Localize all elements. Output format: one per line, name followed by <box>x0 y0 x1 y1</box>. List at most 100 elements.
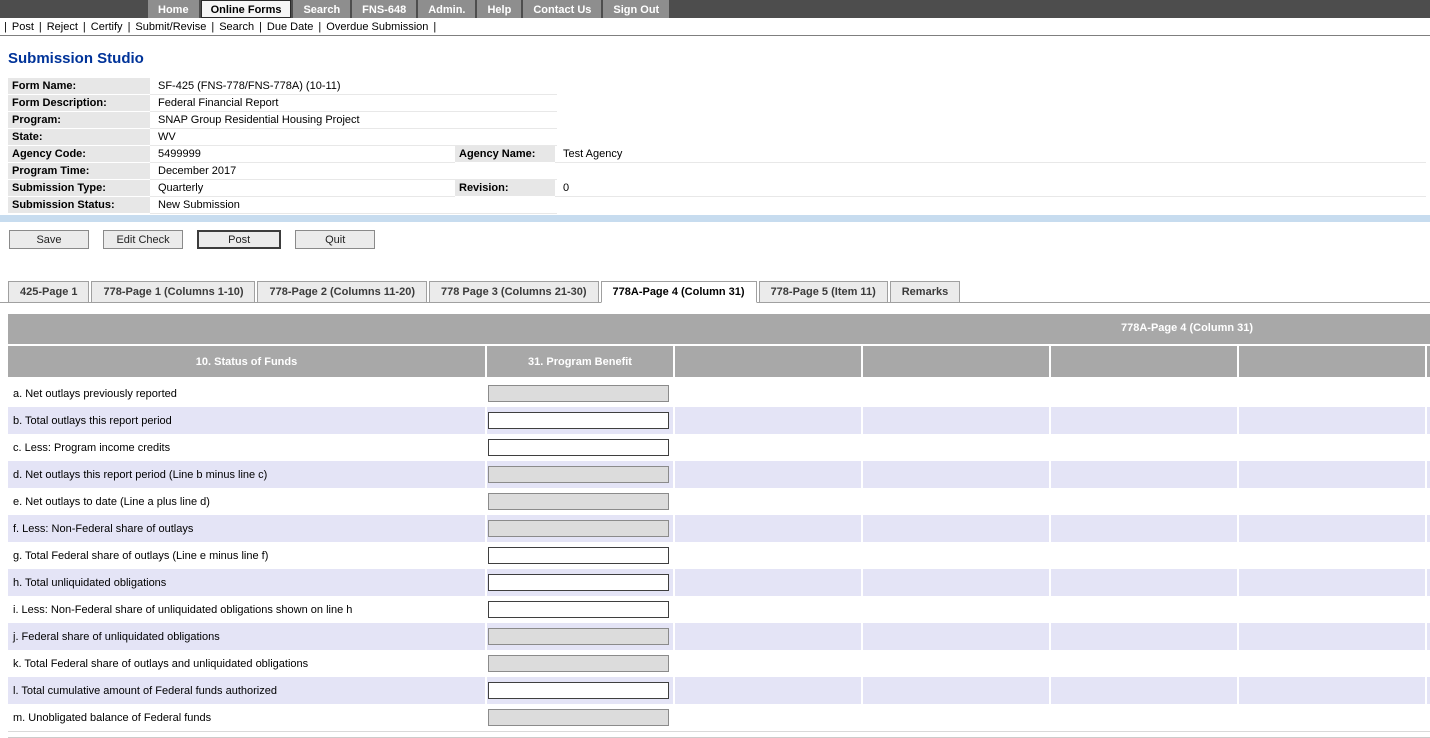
nav-admin[interactable]: Admin. <box>418 0 475 18</box>
grid-caption-bar: 778A-Page 4 (Column 31) <box>8 314 1430 344</box>
empty-cell <box>675 650 861 677</box>
detail-label-agency-name: Agency Name: <box>455 146 555 163</box>
tab-778-page-1-columns-1-10[interactable]: 778-Page 1 (Columns 1-10) <box>91 281 255 303</box>
row-label-e: e. Net outlays to date (Line a plus line… <box>8 488 485 515</box>
empty-cell <box>675 515 861 542</box>
save-button[interactable]: Save <box>9 230 89 249</box>
empty-cell <box>1239 704 1425 731</box>
empty-cell <box>675 380 861 407</box>
menubar-submit-revise[interactable]: Submit/Revise <box>135 21 206 33</box>
tab-778a-page-4-column-31[interactable]: 778A-Page 4 (Column 31) <box>601 281 757 303</box>
grid-row-c: c. Less: Program income credits <box>8 434 1430 461</box>
tab-425-page-1[interactable]: 425-Page 1 <box>8 281 89 303</box>
grid-row-j: j. Federal share of unliquidated obligat… <box>8 623 1430 650</box>
detail-value-program: SNAP Group Residential Housing Project <box>150 112 557 129</box>
program-benefit-input-h[interactable] <box>488 574 669 591</box>
menubar-separator: | <box>211 21 214 33</box>
nav-help[interactable]: Help <box>477 0 521 18</box>
empty-cell <box>863 542 1049 569</box>
menubar-reject[interactable]: Reject <box>47 21 78 33</box>
detail-row-program-time: Program Time:December 2017 <box>8 163 1426 180</box>
menubar-search[interactable]: Search <box>219 21 254 33</box>
detail-row-submission-type: Submission Type:QuarterlyRevision:0 <box>8 180 1426 197</box>
grid-row-a: a. Net outlays previously reported <box>8 380 1430 407</box>
empty-cell <box>675 488 861 515</box>
row-input-cell-d <box>487 461 673 488</box>
empty-cell <box>1051 623 1237 650</box>
tab-778-page-5-item-11[interactable]: 778-Page 5 (Item 11) <box>759 281 888 303</box>
empty-cell <box>675 623 861 650</box>
submission-details: Form Name:SF-425 (FNS-778/FNS-778A) (10-… <box>8 78 1426 214</box>
grid-rows: a. Net outlays previously reportedb. Tot… <box>8 380 1430 732</box>
row-label-h: h. Total unliquidated obligations <box>8 569 485 596</box>
menubar-post[interactable]: Post <box>12 21 34 33</box>
nav-fns-648[interactable]: FNS-648 <box>352 0 416 18</box>
separator-bar <box>0 215 1430 222</box>
row-input-cell-k <box>487 650 673 677</box>
edit-check-button[interactable]: Edit Check <box>103 230 183 249</box>
nav-online-forms[interactable]: Online Forms <box>201 0 292 18</box>
row-input-cell-i <box>487 596 673 623</box>
quit-button[interactable]: Quit <box>295 230 375 249</box>
row-input-cell-a <box>487 380 673 407</box>
menubar-overdue-submission[interactable]: Overdue Submission <box>326 21 428 33</box>
program-benefit-input-k <box>488 655 669 672</box>
post-button[interactable]: Post <box>197 230 281 249</box>
row-label-g: g. Total Federal share of outlays (Line … <box>8 542 485 569</box>
empty-cell <box>1051 542 1237 569</box>
tab-remarks[interactable]: Remarks <box>890 281 960 303</box>
grid-row-l: l. Total cumulative amount of Federal fu… <box>8 677 1430 704</box>
empty-cell <box>863 596 1049 623</box>
grid-column-headers: 10. Status of Funds31. Program Benefit <box>8 346 1430 377</box>
grid-row-g: g. Total Federal share of outlays (Line … <box>8 542 1430 569</box>
empty-cell <box>1239 461 1425 488</box>
program-benefit-input-g[interactable] <box>488 547 669 564</box>
nav-home[interactable]: Home <box>148 0 199 18</box>
program-benefit-input-l[interactable] <box>488 682 669 699</box>
nav-sign-out[interactable]: Sign Out <box>603 0 669 18</box>
detail-value-form-description: Federal Financial Report <box>150 95 557 112</box>
program-benefit-input-d <box>488 466 669 483</box>
row-label-j: j. Federal share of unliquidated obligat… <box>8 623 485 650</box>
program-benefit-input-b[interactable] <box>488 412 669 429</box>
empty-cell <box>1051 596 1237 623</box>
detail-row-submission-status: Submission Status:New Submission <box>8 197 1426 214</box>
program-benefit-input-c[interactable] <box>488 439 669 456</box>
empty-cell <box>1239 434 1425 461</box>
detail-label-state: State: <box>8 129 150 146</box>
program-benefit-input-e <box>488 493 669 510</box>
detail-value-agency-code: 5499999 <box>150 146 455 163</box>
empty-cell <box>863 677 1049 704</box>
menubar-separator: | <box>4 21 7 33</box>
row-input-cell-c <box>487 434 673 461</box>
grid-row-i: i. Less: Non-Federal share of unliquidat… <box>8 596 1430 623</box>
tab-778-page-2-columns-11-20[interactable]: 778-Page 2 (Columns 11-20) <box>257 281 427 303</box>
grid-row-d: d. Net outlays this report period (Line … <box>8 461 1430 488</box>
program-benefit-input-i[interactable] <box>488 601 669 618</box>
detail-value-state: WV <box>150 129 557 146</box>
row-label-f: f. Less: Non-Federal share of outlays <box>8 515 485 542</box>
empty-cell <box>675 461 861 488</box>
nav-contact-us[interactable]: Contact Us <box>523 0 601 18</box>
tab-778-page-3-columns-21-30[interactable]: 778 Page 3 (Columns 21-30) <box>429 281 599 303</box>
top-navigation-items: HomeOnline FormsSearchFNS-648Admin.HelpC… <box>148 0 671 18</box>
nav-search[interactable]: Search <box>293 0 350 18</box>
grid-row-m: m. Unobligated balance of Federal funds <box>8 704 1430 731</box>
row-label-a: a. Net outlays previously reported <box>8 380 485 407</box>
detail-value-agency-name: Test Agency <box>555 146 1426 163</box>
empty-cell <box>863 434 1049 461</box>
detail-label-submission-status: Submission Status: <box>8 197 150 214</box>
empty-cell <box>1051 380 1237 407</box>
menubar-due-date[interactable]: Due Date <box>267 21 313 33</box>
detail-row-program: Program:SNAP Group Residential Housing P… <box>8 112 1426 129</box>
program-benefit-input-f <box>488 520 669 537</box>
menubar-certify[interactable]: Certify <box>91 21 123 33</box>
row-label-b: b. Total outlays this report period <box>8 407 485 434</box>
toolbar: Save Edit Check Post Quit <box>9 230 1430 250</box>
detail-value-submission-type: Quarterly <box>150 180 455 197</box>
top-navigation-bar: HomeOnline FormsSearchFNS-648Admin.HelpC… <box>0 0 1430 18</box>
empty-cell <box>1239 380 1425 407</box>
row-input-cell-g <box>487 542 673 569</box>
empty-cell <box>1239 488 1425 515</box>
empty-cell <box>1051 677 1237 704</box>
